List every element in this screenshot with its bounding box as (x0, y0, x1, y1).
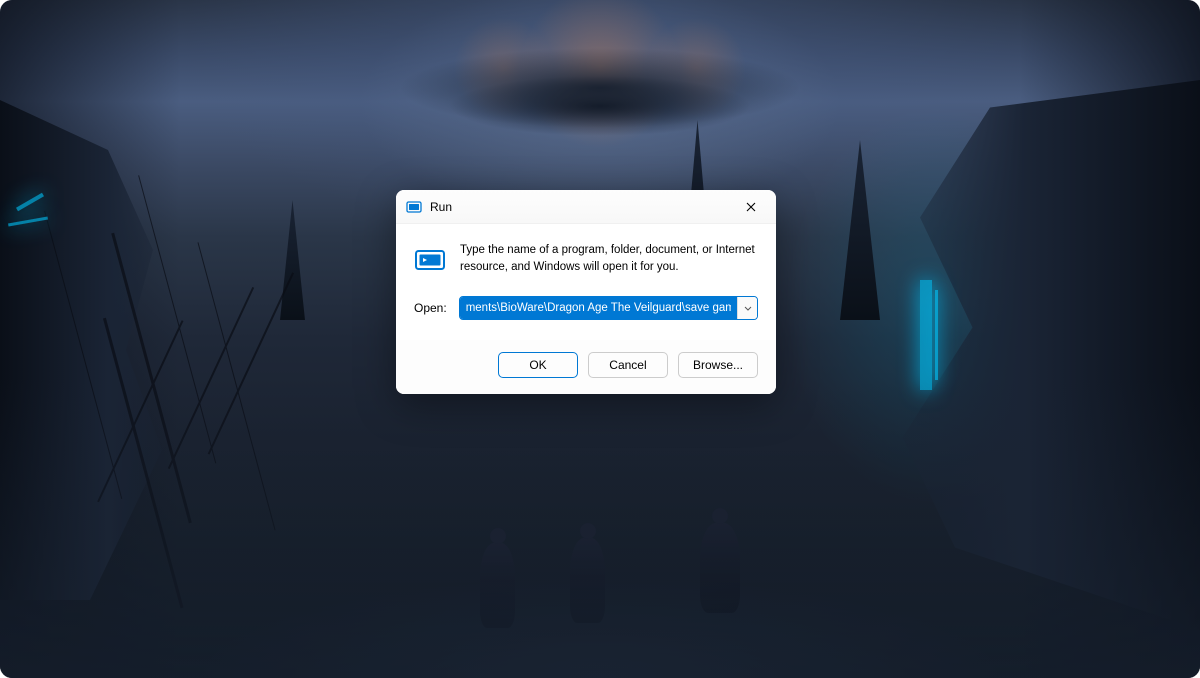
browse-button[interactable]: Browse... (678, 352, 758, 378)
combobox-dropdown-button[interactable] (737, 297, 757, 319)
run-icon (414, 244, 446, 276)
background-figure (570, 538, 605, 623)
background-figure (700, 523, 740, 613)
background-glow (935, 290, 938, 380)
open-combobox[interactable] (459, 296, 758, 320)
input-row: Open: (396, 290, 776, 340)
background-glow (920, 280, 932, 390)
chevron-down-icon (744, 306, 752, 311)
cancel-button[interactable]: Cancel (588, 352, 668, 378)
background-figure (480, 543, 515, 628)
open-label: Open: (414, 301, 447, 315)
background-structure (850, 80, 1200, 630)
run-dialog: Run Type the name of a program, folder, … (396, 190, 776, 394)
dialog-body: Type the name of a program, folder, docu… (396, 224, 776, 290)
open-input[interactable] (460, 297, 737, 319)
close-button[interactable] (730, 192, 772, 222)
background-branches (50, 228, 350, 578)
ok-button[interactable]: OK (498, 352, 578, 378)
titlebar[interactable]: Run (396, 190, 776, 224)
dialog-title: Run (430, 200, 730, 214)
close-icon (746, 202, 756, 212)
background-spire (840, 140, 880, 320)
background-structure (380, 0, 820, 160)
run-titlebar-icon (406, 199, 422, 215)
dialog-description: Type the name of a program, folder, docu… (460, 242, 758, 276)
button-row: OK Cancel Browse... (396, 340, 776, 394)
